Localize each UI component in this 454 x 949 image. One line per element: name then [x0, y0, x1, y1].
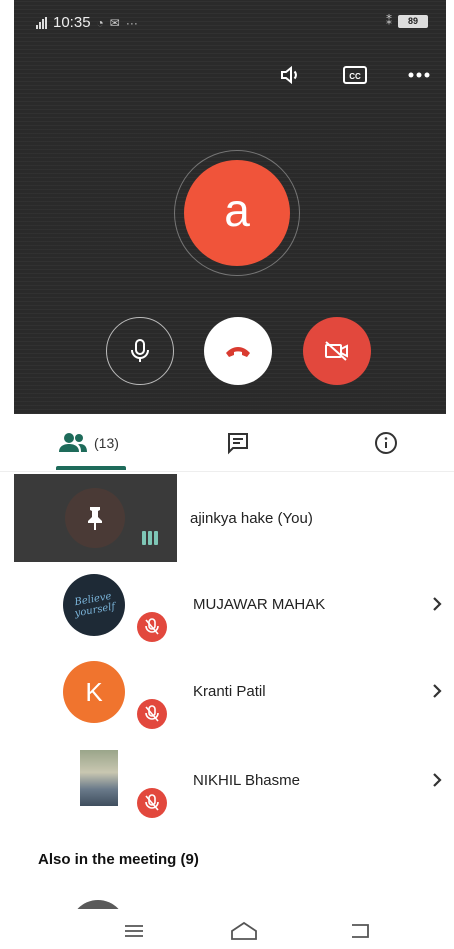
vibrate-icon: ⁑ [386, 14, 392, 28]
home-icon [231, 921, 257, 940]
participant-name: Kranti Patil [193, 683, 266, 700]
more-horizontal-icon [408, 72, 430, 78]
muted-badge [137, 612, 167, 642]
pin-icon [88, 507, 102, 530]
battery-icon: 89 [398, 14, 428, 28]
svg-text:CC: CC [349, 72, 361, 81]
chat-icon [228, 433, 248, 455]
self-video-tile [14, 474, 177, 562]
active-tab-indicator [56, 466, 126, 470]
signal-icon [36, 16, 47, 29]
avatar-logo-text: Believe yourself [73, 590, 117, 620]
participant-row-self[interactable]: ajinkya hake (You) [14, 474, 446, 562]
also-in-meeting-heading: Also in the meeting (9) [38, 851, 199, 868]
call-top-actions: CC [274, 58, 436, 92]
mail-icon: ✉ [109, 15, 120, 30]
tab-info[interactable] [374, 428, 398, 458]
microphone-icon [131, 339, 149, 362]
menu-icon [125, 925, 143, 937]
avatar: Believe yourself [63, 574, 125, 636]
end-call-button[interactable] [204, 317, 272, 385]
nav-back-button[interactable] [346, 919, 374, 943]
info-icon [375, 432, 397, 454]
nav-menu-button[interactable] [120, 919, 148, 943]
people-icon [59, 433, 87, 452]
participant-name: NIKHIL Bhasme [193, 772, 300, 789]
avatar-photo [80, 750, 118, 806]
audio-level-icon [142, 531, 158, 545]
tab-people[interactable]: (13) [58, 428, 119, 458]
camera-off-icon [325, 341, 348, 361]
participant-name-self: ajinkya hake (You) [190, 510, 313, 527]
participant-row[interactable]: K Kranti Patil [0, 661, 454, 745]
mic-button[interactable] [106, 317, 174, 385]
status-time: 10:35 [53, 14, 91, 31]
chevron-right-icon[interactable] [430, 594, 444, 614]
muted-badge [137, 788, 167, 818]
overflow-dots-icon: ··· [125, 15, 138, 30]
speaker-avatar: a [184, 160, 290, 266]
more-options-button[interactable] [402, 58, 436, 92]
mic-off-icon [145, 705, 159, 722]
muted-badge [137, 699, 167, 729]
status-bar: 10:35 ◔ ✉ ··· ⁑ 89 [14, 10, 446, 34]
captions-button[interactable]: CC [338, 58, 372, 92]
avatar: K [63, 661, 125, 723]
call-controls [14, 317, 446, 387]
call-area: 10:35 ◔ ✉ ··· ⁑ 89 CC a [14, 0, 446, 414]
mic-off-icon [145, 794, 159, 811]
meeting-tabs: (13) [0, 414, 454, 472]
chevron-right-icon[interactable] [430, 770, 444, 790]
mic-off-icon [145, 618, 159, 635]
status-right: ⁑ 89 [386, 14, 428, 28]
speaker-avatar-ring: a [174, 150, 300, 276]
speaker-button[interactable] [274, 58, 308, 92]
status-left: 10:35 ◔ ✉ ··· [36, 14, 138, 31]
speaker-icon [281, 65, 297, 85]
closed-captions-icon: CC [343, 66, 367, 84]
notification-icon: ◔ [96, 15, 104, 30]
camera-toggle-button[interactable] [303, 317, 371, 385]
nav-home-button[interactable] [230, 919, 258, 943]
end-call-icon [226, 347, 250, 357]
tab-chat[interactable] [226, 428, 250, 458]
chevron-right-icon[interactable] [430, 681, 444, 701]
people-count: (13) [94, 435, 119, 451]
pin-button[interactable] [65, 488, 125, 548]
participant-row[interactable]: NIKHIL Bhasme [0, 750, 454, 834]
system-nav-bar [0, 909, 454, 949]
back-icon [352, 924, 369, 938]
participant-name: MUJAWAR MAHAK [193, 596, 326, 613]
participant-row[interactable]: Believe yourself MUJAWAR MAHAK [0, 574, 454, 658]
